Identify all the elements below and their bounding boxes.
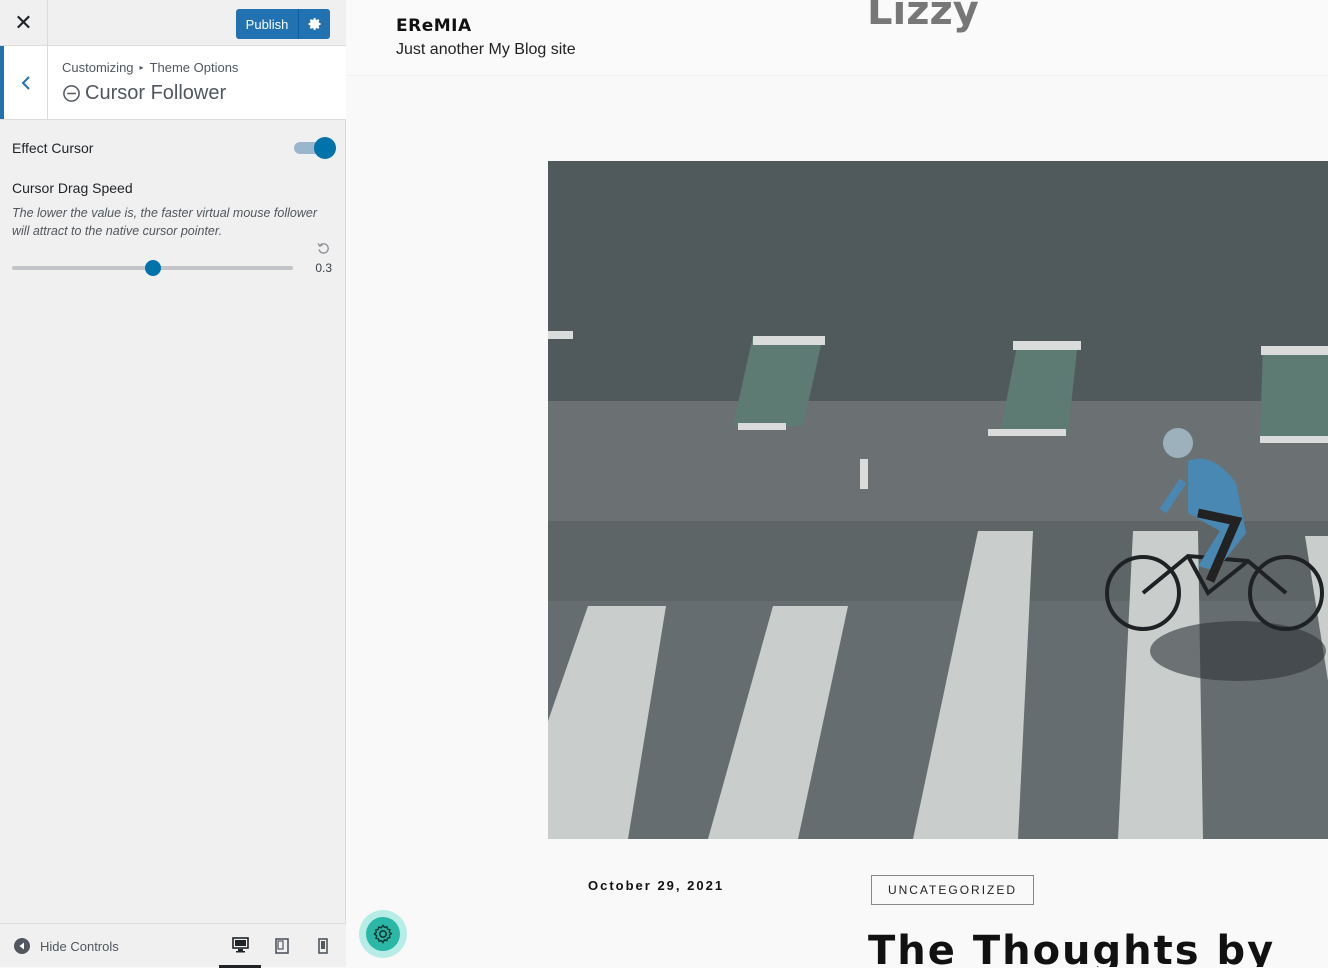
post-title[interactable]: The Thoughts by [868,928,1275,967]
publish-group: Publish [236,9,330,39]
effect-cursor-control: Effect Cursor [12,137,336,159]
undo-icon [317,243,329,254]
breadcrumb-root: Customizing [62,60,134,75]
device-desktop-button[interactable] [219,924,261,968]
gear-icon [308,17,321,31]
drag-speed-value: 0.3 [315,261,332,275]
mobile-icon [318,938,328,954]
breadcrumb: Customizing ▸ Theme Options [62,60,238,75]
effect-cursor-toggle[interactable] [292,136,336,160]
drag-speed-control: Cursor Drag Speed The lower the value is… [12,180,336,290]
slider-thumb[interactable] [144,260,161,276]
publish-settings-button[interactable] [298,9,330,39]
hide-controls-label: Hide Controls [40,938,119,954]
toggle-knob [314,137,336,159]
back-button[interactable] [0,46,48,119]
settings-fab-inner [366,917,400,951]
post-featured-image[interactable] [548,161,1328,839]
site-logo[interactable]: EReMIA [396,16,472,36]
customizer-sidebar: ✕ Publish Customizing ▸ Theme Options Cu… [0,0,346,968]
section-title-text: Cursor Follower [85,82,227,104]
device-mobile-button[interactable] [302,924,344,968]
close-customizer-button[interactable]: ✕ [0,0,48,46]
section-title: Cursor Follower [62,82,226,105]
site-header: EReMIA Just another My Blog site Lizzy [347,0,1328,76]
minus-circle-icon [63,85,80,102]
gear-icon [373,924,393,944]
device-tablet-button[interactable] [261,924,303,968]
breadcrumb-parent: Theme Options [149,60,239,75]
chevron-left-icon [21,75,30,90]
effect-cursor-label: Effect Cursor [12,140,94,156]
settings-fab-button[interactable] [359,910,407,958]
section-header: Customizing ▸ Theme Options Cursor Follo… [0,46,346,120]
collapse-arrow-icon [14,938,30,954]
customizer-topbar: ✕ Publish [0,0,346,46]
site-menu-name[interactable]: Lizzy [867,0,979,34]
publish-button[interactable]: Publish [236,9,298,39]
site-preview: EReMIA Just another My Blog site Lizzy O… [347,0,1328,967]
site-tagline: Just another My Blog site [396,41,576,58]
hide-controls-button[interactable]: Hide Controls [14,938,119,954]
post-category-badge[interactable]: UNCATEGORIZED [871,875,1034,905]
tablet-icon [275,938,289,954]
desktop-icon [231,936,249,952]
post-date: October 29, 2021 [588,878,725,893]
close-icon: ✕ [14,10,33,35]
cyclist-crosswalk-photo [548,161,1328,839]
drag-speed-description: The lower the value is, the faster virtu… [12,206,317,238]
reset-button[interactable] [317,242,330,260]
drag-speed-slider[interactable] [12,260,293,276]
drag-speed-label: Cursor Drag Speed [12,180,133,196]
breadcrumb-separator: ▸ [139,63,144,72]
customizer-footer: Hide Controls [0,923,346,968]
